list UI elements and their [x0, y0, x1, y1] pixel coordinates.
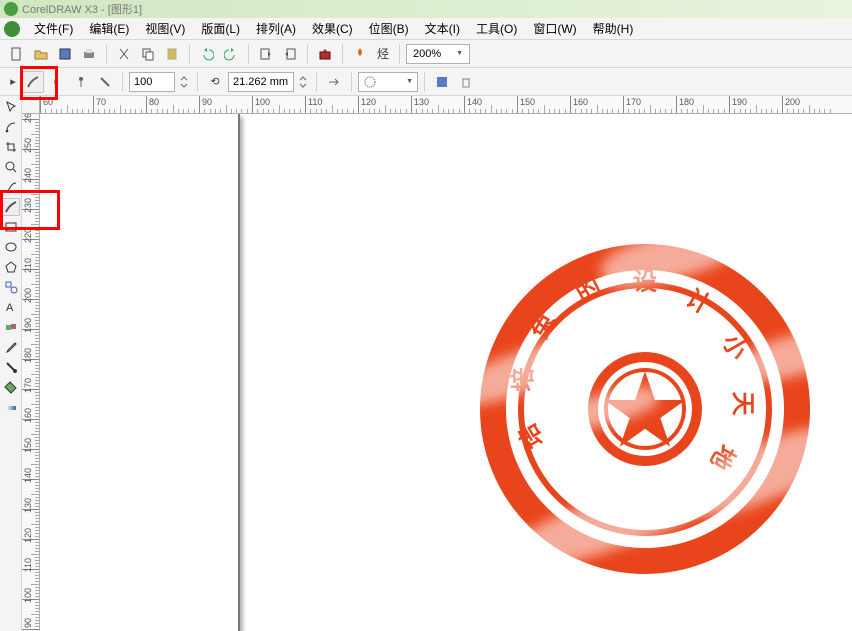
workspace: A 60708090100110120130140150160170180190…: [0, 96, 852, 631]
separator: [424, 72, 425, 92]
open-button[interactable]: [30, 43, 52, 65]
nib-width-input[interactable]: 21.262 mm: [228, 72, 294, 92]
menu-edit[interactable]: 编辑(E): [81, 18, 137, 39]
save-button[interactable]: [54, 43, 76, 65]
menu-help[interactable]: 帮助(H): [585, 18, 642, 39]
menu-window[interactable]: 窗口(W): [525, 18, 584, 39]
zoom-value: 200%: [413, 48, 441, 60]
import-button[interactable]: [255, 43, 277, 65]
print-button[interactable]: [78, 43, 100, 65]
separator: [122, 72, 123, 92]
rotate-icon: ⟲: [210, 75, 219, 88]
flame-icon[interactable]: [349, 43, 371, 65]
interactive-fill-tool[interactable]: [2, 398, 20, 416]
copy-button[interactable]: [137, 43, 159, 65]
menu-bar: 文件(F) 编辑(E) 视图(V) 版面(L) 排列(A) 效果(C) 位图(B…: [0, 18, 852, 40]
shape-tool[interactable]: [2, 118, 20, 136]
outline-tool[interactable]: [2, 358, 20, 376]
separator: [248, 44, 249, 64]
save-preset-button[interactable]: [431, 71, 453, 93]
page-boundary: [40, 114, 240, 631]
app-logo: [4, 2, 18, 16]
stamp-graphic[interactable]: 培培兔的设计小天地: [480, 244, 810, 574]
crop-tool[interactable]: [2, 138, 20, 156]
flyout-prev-icon[interactable]: ▸: [6, 71, 20, 93]
toolbox: A: [0, 96, 22, 631]
rotation-link-icon[interactable]: ⟲: [204, 71, 226, 93]
brush-preset-1[interactable]: [22, 71, 44, 93]
undo-button[interactable]: [196, 43, 218, 65]
stroke-direction-button[interactable]: [323, 71, 345, 93]
menu-arrange[interactable]: 排列(A): [248, 18, 304, 39]
menu-text[interactable]: 文本(I): [417, 18, 468, 39]
text-tool[interactable]: A: [2, 298, 20, 316]
new-button[interactable]: [6, 43, 28, 65]
menu-layout[interactable]: 版面(L): [193, 18, 248, 39]
separator: [197, 72, 198, 92]
delete-preset-button[interactable]: [455, 71, 477, 93]
standard-toolbar: 烃 200% ▼: [0, 40, 852, 68]
chevron-down-icon: ▼: [406, 78, 413, 85]
export-button[interactable]: [279, 43, 301, 65]
artistic-media-tool[interactable]: [2, 198, 20, 216]
rectangle-tool[interactable]: [2, 218, 20, 236]
nib-width-value: 21.262 mm: [233, 76, 288, 88]
ellipse-tool[interactable]: [2, 238, 20, 256]
ruler-corner: [22, 96, 40, 114]
separator: [307, 44, 308, 64]
freehand-tool[interactable]: [2, 178, 20, 196]
nib-shape-icon: [363, 75, 377, 89]
menu-view[interactable]: 视图(V): [137, 18, 193, 39]
canvas-area[interactable]: 培培兔的设计小天地: [40, 114, 852, 631]
menu-file[interactable]: 文件(F): [26, 18, 81, 39]
app-icon: [4, 21, 20, 37]
stepper-arrows-icon-2[interactable]: [296, 71, 310, 93]
polygon-tool[interactable]: [2, 258, 20, 276]
property-bar: ▸ 100 ⟲ 21.262 mm ▼: [0, 68, 852, 96]
separator: [342, 44, 343, 64]
stepper-arrows-icon[interactable]: [177, 71, 191, 93]
title-text: CorelDRAW X3 - [图形1]: [22, 1, 142, 17]
zoom-tool[interactable]: [2, 158, 20, 176]
nib-shape-selector[interactable]: ▼: [358, 72, 418, 92]
torch-label: 烃: [377, 45, 389, 62]
menu-bitmap[interactable]: 位图(B): [361, 18, 417, 39]
menu-effects[interactable]: 效果(C): [304, 18, 361, 39]
chevron-down-icon: ▼: [456, 50, 463, 57]
zoom-selector[interactable]: 200% ▼: [406, 44, 470, 64]
svg-text:A: A: [6, 302, 14, 314]
paste-button[interactable]: [161, 43, 183, 65]
blend-tool[interactable]: [2, 318, 20, 336]
basic-shapes-tool[interactable]: [2, 278, 20, 296]
title-bar: CorelDRAW X3 - [图形1]: [0, 0, 852, 18]
separator: [316, 72, 317, 92]
horizontal-ruler[interactable]: 6070809010011012013014015016017018019020…: [40, 96, 852, 114]
eyedropper-tool[interactable]: [2, 338, 20, 356]
separator: [351, 72, 352, 92]
brush-preset-2[interactable]: [46, 71, 68, 93]
vertical-ruler[interactable]: 2602502402302202102001901801701601501401…: [22, 114, 40, 631]
menu-tools[interactable]: 工具(O): [468, 18, 525, 39]
fill-tool[interactable]: [2, 378, 20, 396]
separator: [106, 44, 107, 64]
brush-size-input[interactable]: 100: [129, 72, 175, 92]
redo-button[interactable]: [220, 43, 242, 65]
cut-button[interactable]: [113, 43, 135, 65]
brush-preset-3[interactable]: [70, 71, 92, 93]
stamp-text-arc: 培培兔的设计小天地: [480, 244, 810, 574]
app-launcher-button[interactable]: [314, 43, 336, 65]
separator: [399, 44, 400, 64]
separator: [189, 44, 190, 64]
brush-size-value: 100: [134, 76, 152, 88]
brush-preset-4[interactable]: [94, 71, 116, 93]
pick-tool[interactable]: [2, 98, 20, 116]
